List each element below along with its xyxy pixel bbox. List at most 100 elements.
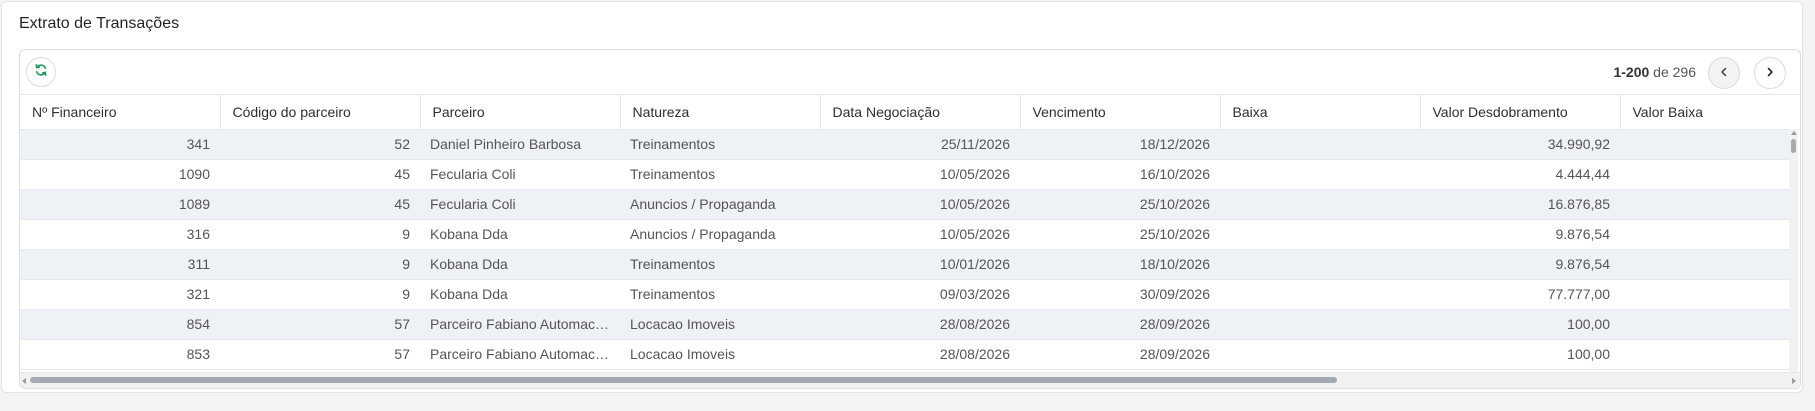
table-cell: 9.876,54 — [1420, 249, 1620, 280]
table-cell: 9 — [220, 279, 420, 310]
table-cell: Fecularia Coli — [420, 189, 620, 220]
table-cell: 0 — [1620, 339, 1790, 370]
refresh-button[interactable] — [26, 57, 56, 87]
table-row[interactable]: 1089 45 Fecularia Coli Anuncios / Propagand… — [20, 189, 1790, 220]
pagination-info: 1-200 de 296 — [1613, 64, 1696, 80]
table-cell: 57 — [220, 339, 420, 370]
column-header[interactable]: Data Negociação — [820, 95, 1021, 130]
table-cell — [1220, 159, 1420, 190]
table-cell: Treinamentos — [620, 129, 820, 160]
grid-toolbar: 1-200 de 296 — [20, 50, 1800, 95]
table-cell: 0 — [1620, 159, 1790, 190]
table-cell: 100,00 — [1420, 309, 1620, 340]
table-cell: Parceiro Fabiano Automac… — [420, 339, 620, 370]
table-cell: 9.876,54 — [1420, 219, 1620, 250]
table-cell: 30/09/2026 — [1020, 279, 1220, 310]
column-header[interactable]: Nº Financeiro — [20, 95, 221, 130]
table-cell: 28/08/2026 — [820, 309, 1020, 340]
table-cell: 09/03/2026 — [820, 279, 1020, 310]
table-cell: Fecularia Coli — [420, 159, 620, 190]
table-cell: 10/05/2026 — [820, 219, 1020, 250]
table-cell: 100,00 — [1420, 339, 1620, 370]
table-cell: Locacao Imoveis — [620, 339, 820, 370]
table-cell — [1220, 339, 1420, 370]
transactions-card: Extrato de Transações 1-200 de 296 Nº Fi… — [1, 1, 1803, 393]
pagination-range: 1-200 — [1613, 64, 1650, 80]
transactions-grid: 1-200 de 296 Nº Financeiro Código do par… — [19, 49, 1801, 389]
table-cell: 28/08/2026 — [820, 339, 1020, 370]
table-cell: 1089 — [20, 189, 220, 220]
table-cell: Kobana Dda — [420, 279, 620, 310]
table-cell: 10/05/2026 — [820, 189, 1020, 220]
next-page-button[interactable] — [1754, 57, 1786, 89]
table-cell: 0 — [1620, 309, 1790, 340]
table-cell: Parceiro Fabiano Automac… — [420, 309, 620, 340]
table-row[interactable]: 311 9 Kobana Dda Treinamentos 10/01/2026 18/1… — [20, 249, 1790, 280]
table-cell: 0 — [1620, 249, 1790, 280]
card-title: Extrato de Transações — [19, 15, 180, 32]
table-cell: 853 — [20, 339, 220, 370]
vertical-scroll-thumb[interactable] — [1791, 139, 1796, 153]
table-cell: 28/09/2026 — [1020, 309, 1220, 340]
table-cell: 34.990,92 — [1420, 129, 1620, 160]
pagination-total: 296 — [1672, 64, 1696, 80]
chevron-right-icon — [1765, 64, 1775, 82]
scroll-left-arrow-icon[interactable] — [22, 378, 26, 384]
vertical-scrollbar[interactable] — [1789, 129, 1798, 373]
table-cell: Treinamentos — [620, 279, 820, 310]
table-cell: 25/11/2026 — [820, 129, 1020, 160]
table-row[interactable]: 853 57 Parceiro Fabiano Automac… Locacao Im… — [20, 339, 1790, 370]
column-header[interactable]: Parceiro — [420, 95, 621, 130]
table-cell: 1090 — [20, 159, 220, 190]
table-row[interactable]: 854 57 Parceiro Fabiano Automac… Locacao Im… — [20, 309, 1790, 340]
table-row[interactable]: 316 9 Kobana Dda Anuncios / Propaganda 10/05… — [20, 219, 1790, 250]
horizontal-scrollbar[interactable] — [20, 372, 1800, 388]
column-header[interactable]: Valor Desdobramento — [1420, 95, 1621, 130]
table-row[interactable]: 1090 45 Fecularia Coli Treinamentos 10/05/20… — [20, 159, 1790, 190]
column-header[interactable]: Natureza — [620, 95, 821, 130]
table-cell: 0 — [1620, 129, 1790, 160]
table-cell: 321 — [20, 279, 220, 310]
table-cell — [1220, 249, 1420, 280]
table-cell: 52 — [220, 129, 420, 160]
table-cell: 45 — [220, 159, 420, 190]
table-cell: 16.876,85 — [1420, 189, 1620, 220]
table-cell: 10/05/2026 — [820, 159, 1020, 190]
table-cell: 0 — [1620, 189, 1790, 220]
table-cell: 25/10/2026 — [1020, 219, 1220, 250]
table-cell — [1220, 219, 1420, 250]
table-cell: Treinamentos — [620, 159, 820, 190]
column-header[interactable]: Vencimento — [1020, 95, 1221, 130]
table-cell: 341 — [20, 129, 220, 160]
table-cell — [1220, 309, 1420, 340]
table-cell: 16/10/2026 — [1020, 159, 1220, 190]
previous-page-button[interactable] — [1708, 57, 1740, 89]
table-cell: 57 — [220, 309, 420, 340]
column-header[interactable]: Valor Baixa — [1620, 95, 1790, 130]
column-header[interactable]: Baixa — [1220, 95, 1421, 130]
table-cell: 9 — [220, 249, 420, 280]
table-cell: 45 — [220, 189, 420, 220]
table-row[interactable]: 321 9 Kobana Dda Treinamentos 09/03/2026 30/0… — [20, 279, 1790, 310]
table-viewport: Nº Financeiro Código do parceiro Parceiro N… — [20, 95, 1790, 373]
table-cell — [1220, 279, 1420, 310]
column-header[interactable]: Código do parceiro — [220, 95, 421, 130]
scroll-up-arrow-icon[interactable] — [1791, 131, 1797, 135]
table-header-row: Nº Financeiro Código do parceiro Parceiro N… — [20, 95, 1790, 130]
table-cell: 25/10/2026 — [1020, 189, 1220, 220]
table-cell: 10/01/2026 — [820, 249, 1020, 280]
table-cell: Kobana Dda — [420, 249, 620, 280]
table-cell: Daniel Pinheiro Barbosa — [420, 129, 620, 160]
table-cell: 77.777,00 — [1420, 279, 1620, 310]
table-row[interactable]: 341 52 Daniel Pinheiro Barbosa Treinamentos… — [20, 129, 1790, 160]
table-cell: 18/12/2026 — [1020, 129, 1220, 160]
table-cell: 854 — [20, 309, 220, 340]
scroll-right-arrow-icon[interactable] — [1792, 378, 1796, 384]
horizontal-scroll-thumb[interactable] — [30, 377, 1337, 383]
refresh-icon — [34, 63, 48, 82]
table-cell: 316 — [20, 219, 220, 250]
table-cell — [1220, 129, 1420, 160]
table-cell — [1220, 189, 1420, 220]
table-cell: 4.444,44 — [1420, 159, 1620, 190]
table-cell: 28/09/2026 — [1020, 339, 1220, 370]
